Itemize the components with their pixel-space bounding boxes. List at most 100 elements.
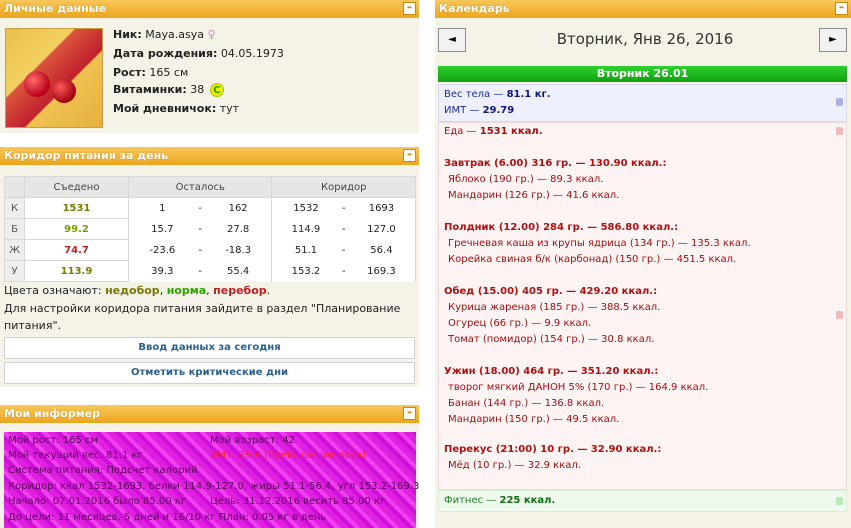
cor-min: 114.9 — [271, 218, 340, 240]
meal-edit-icon[interactable] — [836, 311, 843, 319]
left-max: -18.3 — [225, 244, 252, 256]
fitness-label: Фитнес — — [444, 495, 497, 506]
legend-norm: норма — [166, 284, 207, 297]
corridor-panel: Коридор питания за день – Съедено Остало… — [0, 147, 419, 387]
critical-days-button[interactable]: Отметить критические дни — [4, 362, 415, 384]
food-total-line: Еда — 1531 ккал. — [444, 126, 543, 137]
table-row: К 1531 1 - 162 1532 - 1693 — [4, 197, 416, 219]
legend-under: недобор — [105, 284, 160, 297]
corridor-table: Съедено Осталось Коридор К 1531 1 - 162 … — [4, 176, 416, 282]
fitness-value: 225 ккал. — [499, 495, 556, 506]
table-row: У 113.9 39.3 - 55.4 153.2 - 169.3 — [4, 260, 416, 282]
female-icon: ♀ — [207, 28, 216, 41]
corridor-title: Коридор питания за день — [4, 149, 169, 162]
informer-goal: Цель: 31.12.2016 весить 85.00 кг — [210, 496, 386, 507]
col-left: Осталось — [127, 176, 273, 198]
informer-widget: Мой рост: 165 см Мой возраст: 42 Мой тек… — [4, 432, 419, 528]
diary-link[interactable]: тут — [220, 102, 239, 115]
meal-item: Мандарин (150 гр.) — 49.5 ккал. — [448, 414, 620, 425]
bmi-value: 29.79 — [482, 105, 515, 116]
dash: - — [198, 202, 203, 214]
meal-header: Обед (15.00) 405 гр. — 429.20 ккал.: — [444, 286, 658, 297]
vitamins-row: Витаминки: 38 C — [113, 83, 224, 97]
cor-max: 127.0 — [347, 218, 416, 240]
nick-value[interactable]: Maya.asya — [145, 28, 204, 41]
legend-prefix: Цвета означают: — [4, 284, 102, 297]
meal-item: Корейка свиная б/к (карбонад) (150 гр.) … — [448, 254, 737, 265]
prev-day-button[interactable]: ◄ — [438, 28, 466, 52]
birth-value: 04.05.1973 — [220, 47, 284, 60]
collapse-calendar-button[interactable]: – — [835, 2, 848, 15]
meal-item: Курица жареная (185 гр.) — 388.5 ккал. — [448, 302, 661, 313]
vitamin-c-icon: C — [209, 83, 224, 97]
meal-item: Банан (144 гр.) — 136.8 ккал. — [448, 398, 605, 409]
meal-item: Огурец (66 гр.) — 9.9 ккал. — [448, 318, 592, 329]
left-min: 39.3 — [127, 260, 196, 282]
dash: - — [341, 223, 346, 235]
personal-header: Личные данные – — [0, 0, 419, 18]
table-row: Б 99.2 15.7 - 27.8 114.9 - 127.0 — [4, 218, 416, 240]
informer-until: До цели: 11 месяцев, 5 дней и 16/10 кг П… — [8, 512, 327, 523]
row-label: Ж — [4, 239, 25, 261]
meal-item: Гречневая каша из крупы ядрица (134 гр.)… — [448, 238, 751, 249]
dash: - — [198, 223, 203, 235]
avatar — [5, 28, 103, 128]
informer-panel: Мой информер – Мой рост: 165 см Мой возр… — [0, 405, 419, 528]
left-min: -23.6 — [127, 239, 196, 261]
food-value: 1531 ккал. — [479, 126, 543, 137]
dash: - — [341, 265, 346, 277]
settings-note-1: Для настройки коридора питания зайдите в… — [4, 302, 401, 315]
birth-row: Дата рождения: 04.05.1973 — [113, 47, 284, 60]
corridor-header-row: Съедено Осталось Коридор — [4, 176, 416, 198]
meal-item: Мёд (10 гр.) — 32.9 ккал. — [448, 460, 581, 471]
informer-weight: Мой текущий вес: 81.1 кг — [8, 450, 143, 461]
meal-header: Завтрак (6.00) 316 гр. — 130.90 ккал.: — [444, 158, 667, 169]
cor-max: 56.4 — [347, 239, 416, 261]
weight-section: Вес тела — 81.1 кг. ИМТ — 29.79 — [438, 84, 847, 122]
col-corridor: Коридор — [271, 176, 416, 198]
weight-label: Вес тела — — [444, 89, 504, 100]
corner-cell — [4, 176, 25, 198]
collapse-informer-button[interactable]: – — [403, 407, 416, 420]
food-edit-icon[interactable] — [836, 127, 843, 135]
col-eaten: Съедено — [24, 176, 129, 198]
eaten-value: 113.9 — [24, 260, 129, 282]
calendar-date: Вторник, Янв 26, 2016 — [556, 30, 734, 48]
dash: - — [198, 244, 203, 256]
calendar-panel: Календарь – ◄ Вторник, Янв 26, 2016 ► Вт… — [435, 0, 851, 528]
left-max: 27.8 — [226, 223, 250, 235]
informer-bmi: ИМТ: 29.8 (превышение веса) — [210, 450, 367, 461]
fitness-edit-icon[interactable] — [836, 497, 843, 505]
calendar-title: Календарь — [439, 2, 510, 15]
bmi-label: ИМТ — — [444, 105, 480, 116]
food-label: Еда — — [444, 126, 477, 137]
left-min: 15.7 — [127, 218, 196, 240]
personal-title: Личные данные — [4, 2, 107, 15]
collapse-corridor-button[interactable]: – — [403, 149, 416, 162]
cor-min: 153.2 — [271, 260, 340, 282]
legend-over: перебор — [213, 284, 267, 297]
settings-note-2: питания". — [4, 319, 62, 332]
collapse-personal-button[interactable]: – — [403, 2, 416, 15]
informer-header: Мой информер – — [0, 405, 419, 423]
left-min: 1 — [127, 197, 196, 219]
birth-label: Дата рождения: — [113, 47, 218, 60]
next-day-button[interactable]: ► — [819, 28, 847, 52]
dash: - — [341, 244, 346, 256]
dash: - — [198, 265, 203, 277]
weight-edit-icon[interactable] — [836, 98, 843, 106]
day-bar: Вторник 26.01 — [438, 66, 847, 82]
weight-value: 81.1 кг. — [506, 89, 551, 100]
informer-system: Система питания: Подсчет калорий — [8, 465, 198, 476]
color-legend: Цвета означают: недобор, норма, перебор. — [4, 284, 271, 297]
informer-age: Мой возраст: 42 — [210, 435, 295, 446]
enter-today-button[interactable]: Ввод данных за сегодня — [4, 337, 415, 359]
eaten-value: 1531 — [24, 197, 129, 219]
personal-panel: Личные данные – Ник: Maya.asya ♀ Дата ро… — [0, 0, 419, 133]
meal-header: Полдник (12.00) 284 гр. — 586.80 ккал.: — [444, 222, 679, 233]
calendar-header: Календарь – — [435, 0, 851, 18]
nick-label: Ник: — [113, 28, 142, 41]
informer-start: Начало: 07.01.2016 было 85.00 кг — [8, 496, 187, 507]
cor-max: 1693 — [347, 197, 416, 219]
row-label: К — [4, 197, 25, 219]
